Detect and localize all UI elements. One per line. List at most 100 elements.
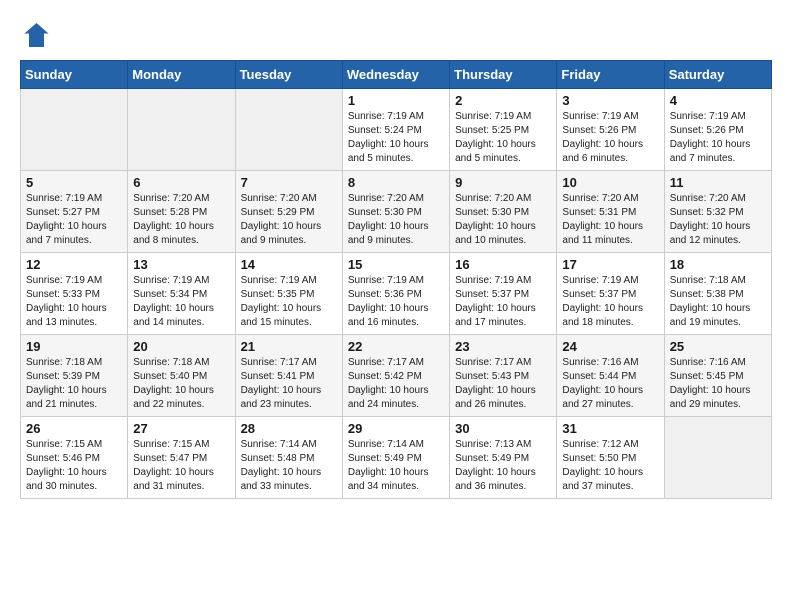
day-number: 4	[670, 93, 766, 108]
day-number: 10	[562, 175, 658, 190]
calendar-cell	[128, 89, 235, 171]
calendar-cell: 19 Sunrise: 7:18 AM Sunset: 5:39 PM Dayli…	[21, 335, 128, 417]
day-info: Sunrise: 7:20 AM Sunset: 5:30 PM Dayligh…	[455, 192, 551, 248]
calendar-day-header: Tuesday	[235, 61, 342, 89]
calendar-cell: 13 Sunrise: 7:19 AM Sunset: 5:34 PM Dayli…	[128, 253, 235, 335]
day-number: 24	[562, 339, 658, 354]
day-info: Sunrise: 7:19 AM Sunset: 5:27 PM Dayligh…	[26, 192, 122, 248]
day-info: Sunrise: 7:15 AM Sunset: 5:46 PM Dayligh…	[26, 438, 122, 494]
day-number: 28	[241, 421, 337, 436]
calendar-day-header: Saturday	[664, 61, 771, 89]
day-number: 12	[26, 257, 122, 272]
calendar-cell: 29 Sunrise: 7:14 AM Sunset: 5:49 PM Dayli…	[342, 417, 449, 499]
day-info: Sunrise: 7:17 AM Sunset: 5:43 PM Dayligh…	[455, 356, 551, 412]
calendar-cell: 2 Sunrise: 7:19 AM Sunset: 5:25 PM Daylig…	[450, 89, 557, 171]
calendar-cell: 11 Sunrise: 7:20 AM Sunset: 5:32 PM Dayli…	[664, 171, 771, 253]
calendar-cell: 14 Sunrise: 7:19 AM Sunset: 5:35 PM Dayli…	[235, 253, 342, 335]
calendar-day-header: Wednesday	[342, 61, 449, 89]
day-number: 17	[562, 257, 658, 272]
day-number: 23	[455, 339, 551, 354]
day-number: 22	[348, 339, 444, 354]
calendar-cell: 3 Sunrise: 7:19 AM Sunset: 5:26 PM Daylig…	[557, 89, 664, 171]
day-info: Sunrise: 7:19 AM Sunset: 5:33 PM Dayligh…	[26, 274, 122, 330]
day-info: Sunrise: 7:17 AM Sunset: 5:41 PM Dayligh…	[241, 356, 337, 412]
calendar-cell: 4Sunrise: 7:19 AM Sunset: 5:26 PM Daylig…	[664, 89, 771, 171]
day-info: Sunrise: 7:20 AM Sunset: 5:28 PM Dayligh…	[133, 192, 229, 248]
day-number: 16	[455, 257, 551, 272]
day-number: 8	[348, 175, 444, 190]
day-info: Sunrise: 7:15 AM Sunset: 5:47 PM Dayligh…	[133, 438, 229, 494]
day-number: 11	[670, 175, 766, 190]
day-number: 19	[26, 339, 122, 354]
day-info: Sunrise: 7:19 AM Sunset: 5:25 PM Dayligh…	[455, 110, 551, 166]
calendar-cell: 18 Sunrise: 7:18 AM Sunset: 5:38 PM Dayli…	[664, 253, 771, 335]
calendar-cell	[21, 89, 128, 171]
calendar-cell: 22 Sunrise: 7:17 AM Sunset: 5:42 PM Dayli…	[342, 335, 449, 417]
day-info: Sunrise: 7:18 AM Sunset: 5:40 PM Dayligh…	[133, 356, 229, 412]
day-info: Sunrise: 7:19 AM Sunset: 5:37 PM Dayligh…	[562, 274, 658, 330]
calendar-cell: 24 Sunrise: 7:16 AM Sunset: 5:44 PM Dayli…	[557, 335, 664, 417]
day-number: 13	[133, 257, 229, 272]
calendar-cell: 30 Sunrise: 7:13 AM Sunset: 5:49 PM Dayli…	[450, 417, 557, 499]
calendar-cell: 23 Sunrise: 7:17 AM Sunset: 5:43 PM Dayli…	[450, 335, 557, 417]
calendar-cell: 27Sunrise: 7:15 AM Sunset: 5:47 PM Dayli…	[128, 417, 235, 499]
day-info: Sunrise: 7:19 AM Sunset: 5:36 PM Dayligh…	[348, 274, 444, 330]
day-number: 31	[562, 421, 658, 436]
day-info: Sunrise: 7:13 AM Sunset: 5:49 PM Dayligh…	[455, 438, 551, 494]
day-number: 14	[241, 257, 337, 272]
day-number: 7	[241, 175, 337, 190]
calendar-cell: 6 Sunrise: 7:20 AM Sunset: 5:28 PM Daylig…	[128, 171, 235, 253]
day-info: Sunrise: 7:19 AM Sunset: 5:24 PM Dayligh…	[348, 110, 444, 166]
day-info: Sunrise: 7:14 AM Sunset: 5:48 PM Dayligh…	[241, 438, 337, 494]
day-number: 26	[26, 421, 122, 436]
calendar-day-header: Monday	[128, 61, 235, 89]
day-info: Sunrise: 7:16 AM Sunset: 5:45 PM Dayligh…	[670, 356, 766, 412]
day-info: Sunrise: 7:14 AM Sunset: 5:49 PM Dayligh…	[348, 438, 444, 494]
day-number: 30	[455, 421, 551, 436]
day-info: Sunrise: 7:17 AM Sunset: 5:42 PM Dayligh…	[348, 356, 444, 412]
calendar-cell: 15Sunrise: 7:19 AM Sunset: 5:36 PM Dayli…	[342, 253, 449, 335]
day-info: Sunrise: 7:19 AM Sunset: 5:37 PM Dayligh…	[455, 274, 551, 330]
calendar-cell: 28 Sunrise: 7:14 AM Sunset: 5:48 PM Dayli…	[235, 417, 342, 499]
day-info: Sunrise: 7:18 AM Sunset: 5:39 PM Dayligh…	[26, 356, 122, 412]
day-info: Sunrise: 7:20 AM Sunset: 5:30 PM Dayligh…	[348, 192, 444, 248]
day-number: 18	[670, 257, 766, 272]
calendar-week-row: 12 Sunrise: 7:19 AM Sunset: 5:33 PM Dayli…	[21, 253, 772, 335]
calendar-cell: 10 Sunrise: 7:20 AM Sunset: 5:31 PM Dayli…	[557, 171, 664, 253]
calendar-cell: 12 Sunrise: 7:19 AM Sunset: 5:33 PM Dayli…	[21, 253, 128, 335]
page-header	[20, 20, 772, 50]
calendar-cell: 9 Sunrise: 7:20 AM Sunset: 5:30 PM Daylig…	[450, 171, 557, 253]
calendar-week-row: 26 Sunrise: 7:15 AM Sunset: 5:46 PM Dayli…	[21, 417, 772, 499]
logo-icon	[20, 20, 50, 50]
calendar-cell: 31 Sunrise: 7:12 AM Sunset: 5:50 PM Dayli…	[557, 417, 664, 499]
logo	[20, 20, 54, 50]
calendar-cell: 25 Sunrise: 7:16 AM Sunset: 5:45 PM Dayli…	[664, 335, 771, 417]
day-number: 21	[241, 339, 337, 354]
day-info: Sunrise: 7:20 AM Sunset: 5:32 PM Dayligh…	[670, 192, 766, 248]
day-info: Sunrise: 7:18 AM Sunset: 5:38 PM Dayligh…	[670, 274, 766, 330]
calendar-day-header: Friday	[557, 61, 664, 89]
calendar-cell: 16 Sunrise: 7:19 AM Sunset: 5:37 PM Dayli…	[450, 253, 557, 335]
calendar-header-row: SundayMondayTuesdayWednesdayThursdayFrid…	[21, 61, 772, 89]
calendar-cell: 26 Sunrise: 7:15 AM Sunset: 5:46 PM Dayli…	[21, 417, 128, 499]
calendar-cell: 7 Sunrise: 7:20 AM Sunset: 5:29 PM Daylig…	[235, 171, 342, 253]
day-number: 3	[562, 93, 658, 108]
day-info: Sunrise: 7:19 AM Sunset: 5:34 PM Dayligh…	[133, 274, 229, 330]
day-info: Sunrise: 7:20 AM Sunset: 5:31 PM Dayligh…	[562, 192, 658, 248]
day-number: 2	[455, 93, 551, 108]
day-info: Sunrise: 7:12 AM Sunset: 5:50 PM Dayligh…	[562, 438, 658, 494]
day-info: Sunrise: 7:16 AM Sunset: 5:44 PM Dayligh…	[562, 356, 658, 412]
day-number: 6	[133, 175, 229, 190]
day-number: 9	[455, 175, 551, 190]
calendar-cell: 20 Sunrise: 7:18 AM Sunset: 5:40 PM Dayli…	[128, 335, 235, 417]
day-info: Sunrise: 7:19 AM Sunset: 5:35 PM Dayligh…	[241, 274, 337, 330]
day-number: 25	[670, 339, 766, 354]
day-number: 20	[133, 339, 229, 354]
calendar-cell: 1Sunrise: 7:19 AM Sunset: 5:24 PM Daylig…	[342, 89, 449, 171]
calendar-cell: 21 Sunrise: 7:17 AM Sunset: 5:41 PM Dayli…	[235, 335, 342, 417]
calendar-table: SundayMondayTuesdayWednesdayThursdayFrid…	[20, 60, 772, 499]
day-info: Sunrise: 7:19 AM Sunset: 5:26 PM Dayligh…	[562, 110, 658, 166]
day-number: 29	[348, 421, 444, 436]
day-info: Sunrise: 7:20 AM Sunset: 5:29 PM Dayligh…	[241, 192, 337, 248]
calendar-day-header: Thursday	[450, 61, 557, 89]
